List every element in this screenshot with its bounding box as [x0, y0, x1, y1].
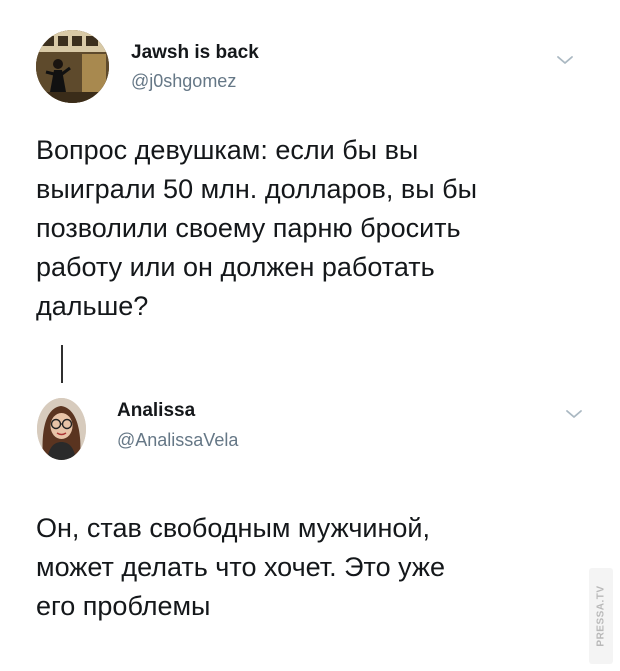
avatar-photo-icon: [36, 30, 109, 103]
user-handle[interactable]: @j0shgomez: [131, 71, 236, 92]
avatar[interactable]: [36, 30, 109, 103]
avatar[interactable]: [37, 398, 86, 460]
tweet-reply[interactable]: Analissa @AnalissaVela Он, став свободны…: [0, 380, 620, 671]
user-handle[interactable]: @AnalissaVela: [117, 430, 238, 451]
chevron-down-icon[interactable]: [553, 48, 577, 72]
tweet-thread: Jawsh is back @j0shgomez Вопрос девушкам…: [0, 0, 620, 671]
tweet-original[interactable]: Jawsh is back @j0shgomez Вопрос девушкам…: [0, 0, 620, 345]
tweet-text: Вопрос девушкам: если бы вы выиграли 50 …: [36, 135, 478, 321]
watermark-text: PRESSA.TV: [595, 585, 607, 647]
display-name[interactable]: Jawsh is back: [131, 42, 259, 64]
avatar-photo-icon: [37, 398, 86, 460]
tweet-text: Он, став свободным мужчиной, может делат…: [36, 513, 446, 621]
chevron-down-icon[interactable]: [562, 402, 586, 426]
watermark: PRESSA.TV: [589, 568, 613, 664]
display-name[interactable]: Analissa: [117, 400, 195, 422]
thread-connector-line: [61, 345, 63, 383]
